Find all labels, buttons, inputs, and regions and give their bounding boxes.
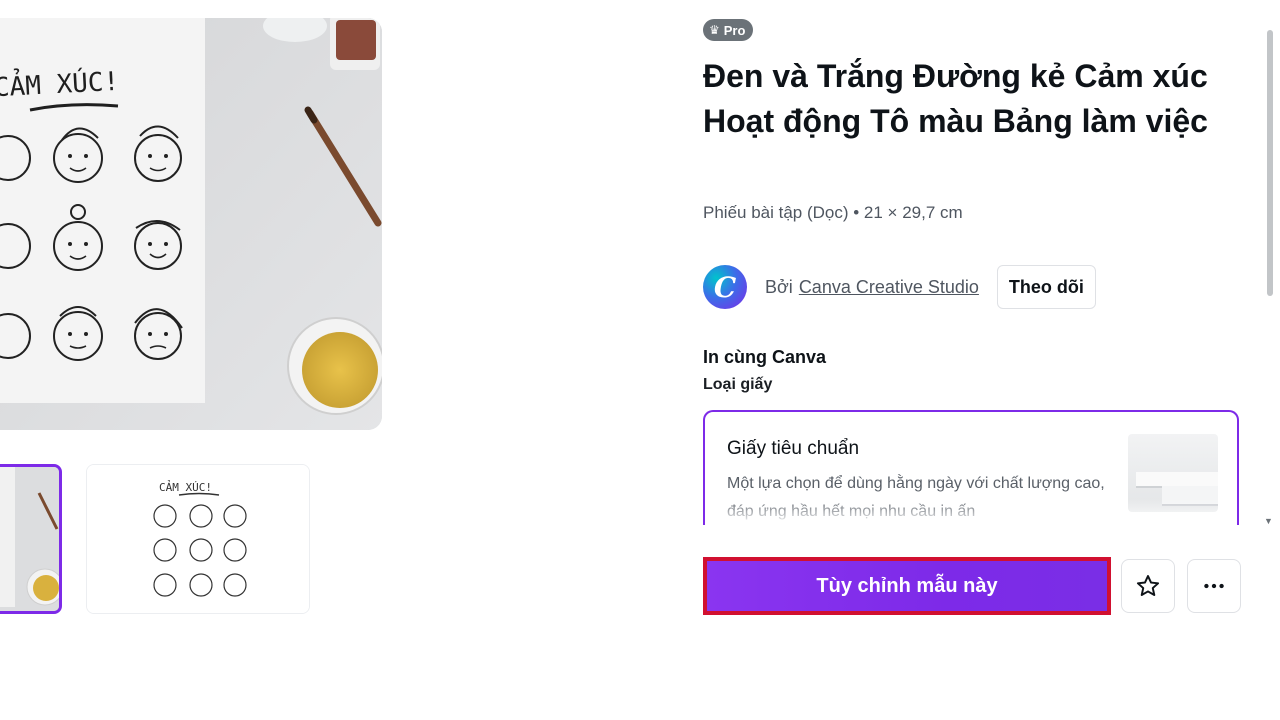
template-details-panel: ♛ Pro Đen và Trắng Đường kẻ Cảm xúc Hoạt… bbox=[703, 0, 1248, 720]
avatar-letter: C bbox=[713, 270, 737, 304]
thumbnail-photo-image bbox=[0, 467, 59, 611]
paper-option-title: Giấy tiêu chuẩn bbox=[727, 438, 860, 459]
crown-icon: ♛ bbox=[709, 23, 720, 37]
canva-logo-avatar[interactable]: C bbox=[703, 265, 747, 309]
customize-template-label: Tùy chỉnh mẫu này bbox=[816, 574, 998, 597]
thumbnail-worksheet-image: CẢM XÚC! bbox=[87, 465, 309, 613]
favorite-button[interactable] bbox=[1121, 559, 1175, 613]
author-prefix: Bởi bbox=[765, 276, 793, 297]
pro-badge-label: Pro bbox=[723, 22, 746, 38]
paper-option-card-standard[interactable]: Giấy tiêu chuẩn Một lựa chọn để dùng hằn… bbox=[703, 410, 1239, 525]
scrollbar-thumb[interactable] bbox=[1267, 30, 1273, 296]
template-preview-image[interactable]: CẢM XÚC! bbox=[0, 18, 382, 430]
worksheet-photo: CẢM XÚC! bbox=[0, 18, 382, 430]
panel-scrollbar[interactable] bbox=[1262, 0, 1280, 720]
thumbnail-heading: CẢM XÚC! bbox=[159, 480, 212, 494]
author-row: C Bởi Canva Creative Studio Theo dõi bbox=[703, 263, 1223, 311]
print-section-title: In cùng Canva bbox=[703, 347, 827, 367]
paper-type-label: Loại giấy bbox=[703, 376, 773, 393]
more-horizontal-icon bbox=[1204, 583, 1224, 589]
star-icon bbox=[1136, 575, 1160, 596]
pro-badge: ♛ Pro bbox=[703, 19, 754, 41]
customize-template-button[interactable]: Tùy chỉnh mẫu này bbox=[703, 557, 1111, 615]
template-title: Đen và Trắng Đường kẻ Cảm xúc Hoạt động … bbox=[703, 58, 1208, 139]
preview-thumbnail-worksheet[interactable]: CẢM XÚC! bbox=[86, 464, 310, 614]
preview-thumbnail-photo[interactable] bbox=[0, 464, 62, 614]
scroll-down-arrow-icon[interactable]: ▼ bbox=[1264, 516, 1273, 526]
follow-button[interactable]: Theo dõi bbox=[996, 265, 1096, 309]
author-link[interactable]: Canva Creative Studio bbox=[799, 277, 979, 298]
action-row: Tùy chỉnh mẫu này bbox=[703, 557, 1243, 617]
more-options-button[interactable] bbox=[1187, 559, 1241, 613]
template-meta: Phiếu bài tập (Dọc) • 21 × 29,7 cm bbox=[703, 203, 963, 222]
